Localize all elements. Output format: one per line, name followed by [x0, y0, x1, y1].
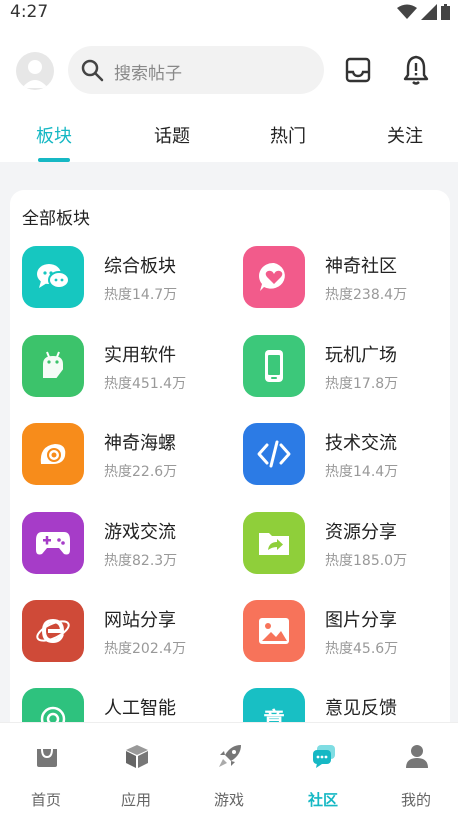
board-name: 网站分享: [104, 610, 176, 631]
conch-icon: [40, 444, 66, 464]
board-heat: 热度14.7万: [104, 287, 178, 303]
board-item[interactable]: 图片分享 热度45.6万: [243, 600, 453, 668]
board-name: 人工智能: [104, 698, 176, 719]
board-name: 游戏交流: [104, 522, 176, 543]
rocket-icon: [219, 745, 241, 767]
nav-item-community[interactable]: 社区: [277, 723, 369, 820]
inbox-icon[interactable]: [344, 56, 372, 84]
board-icon-bg: [243, 423, 305, 485]
tab-hot[interactable]: 热门: [238, 122, 338, 148]
board-name: 意见反馈: [325, 698, 397, 719]
board-heat: 热度22.6万: [104, 464, 178, 480]
board-name: 神奇社区: [325, 256, 397, 277]
nav-label: 游戏: [213, 791, 244, 809]
tab-bar: 板块 话题 热门 关注: [0, 122, 458, 162]
board-heat: 热度238.4万: [325, 287, 408, 303]
community-icon: [313, 745, 335, 768]
nav-item-profile[interactable]: 我的: [370, 723, 458, 820]
tab-indicator: [38, 158, 70, 162]
board-item[interactable]: 技术交流 热度14.4万: [243, 423, 453, 491]
board-item[interactable]: 实用软件 热度451.4万: [22, 335, 232, 403]
board-item[interactable]: 游戏交流 热度82.3万: [22, 512, 232, 580]
board-heat: 热度185.0万: [325, 553, 408, 569]
board-icon-bg: [22, 512, 84, 574]
board-item[interactable]: 综合板块 热度14.7万: [22, 246, 232, 314]
tab-boards[interactable]: 板块: [4, 122, 104, 148]
nav-label: 社区: [307, 791, 338, 809]
board-icon-bg: [243, 246, 305, 308]
avatar[interactable]: [16, 52, 54, 90]
status-time: 4:27: [10, 2, 49, 22]
phone-icon: [265, 350, 283, 382]
board-icon-bg: [22, 335, 84, 397]
image-icon: [259, 618, 289, 644]
board-item[interactable]: 神奇海螺 热度22.6万: [22, 423, 232, 491]
nav-label: 我的: [400, 791, 431, 809]
board-item[interactable]: 网站分享 热度202.4万: [22, 600, 232, 668]
notification-bell-icon[interactable]: [402, 54, 430, 86]
nav-item-apps[interactable]: 应用: [90, 723, 182, 820]
nav-item-games[interactable]: 游戏: [183, 723, 275, 820]
board-heat: 热度17.8万: [325, 376, 399, 392]
board-icon-bg: [22, 600, 84, 662]
nav-item-home[interactable]: 首页: [0, 723, 92, 820]
board-heat: 热度82.3万: [104, 553, 178, 569]
board-icon-bg: [243, 335, 305, 397]
android-icon: [43, 351, 67, 380]
search-placeholder: 搜索帖子: [114, 64, 182, 84]
tab-following[interactable]: 关注: [355, 122, 455, 148]
board-heat: 热度14.4万: [325, 464, 399, 480]
bottom-nav: 首页 应用 游戏 社区 我的: [0, 722, 458, 820]
folder-share-icon: [259, 533, 289, 555]
board-item[interactable]: 玩机广场 热度17.8万: [243, 335, 453, 403]
nav-label: 应用: [120, 791, 151, 809]
board-name: 实用软件: [104, 345, 176, 366]
board-name: 玩机广场: [325, 345, 397, 366]
board-name: 神奇海螺: [104, 433, 176, 454]
battery-icon: [441, 4, 450, 20]
browser-e-icon: [36, 618, 70, 644]
board-name: 图片分享: [325, 610, 397, 631]
search-icon: [81, 59, 104, 82]
board-icon-bg: [22, 423, 84, 485]
code-icon: [257, 440, 291, 468]
heart-bubble-icon: [259, 262, 285, 291]
board-name: 技术交流: [325, 433, 397, 454]
board-heat: 热度451.4万: [104, 376, 187, 392]
board-name: 资源分享: [325, 522, 397, 543]
search-bar[interactable]: 搜索帖子: [68, 46, 324, 94]
status-icons: [397, 4, 450, 20]
avatar-placeholder-icon: [22, 60, 48, 88]
signal-icon: [421, 4, 437, 20]
user-icon: [406, 745, 428, 768]
cube-icon: [126, 745, 148, 768]
board-name: 综合板块: [104, 256, 176, 277]
board-icon-bg: [22, 246, 84, 308]
board-item[interactable]: 神奇社区 热度238.4万: [243, 246, 453, 314]
nav-label: 首页: [30, 791, 61, 809]
section-title: 全部板块: [22, 209, 90, 229]
gamepad-icon: [36, 532, 70, 555]
board-icon-bg: [243, 512, 305, 574]
chat-bubbles-icon: [37, 264, 70, 289]
board-icon-bg: [243, 600, 305, 662]
wifi-icon: [397, 4, 417, 19]
board-heat: 热度45.6万: [325, 641, 399, 657]
board-item[interactable]: 资源分享 热度185.0万: [243, 512, 453, 580]
status-bar: 4:27: [0, 0, 458, 26]
boards-card: 全部板块 综合板块 热度14.7万 神奇社区 热度238.4万 实用软件 热度4…: [10, 190, 450, 750]
board-heat: 热度202.4万: [104, 641, 187, 657]
header: 搜索帖子 板块 话题 热门 关注: [0, 26, 458, 162]
tab-topics[interactable]: 话题: [122, 122, 222, 148]
home-bag-icon: [37, 748, 57, 767]
